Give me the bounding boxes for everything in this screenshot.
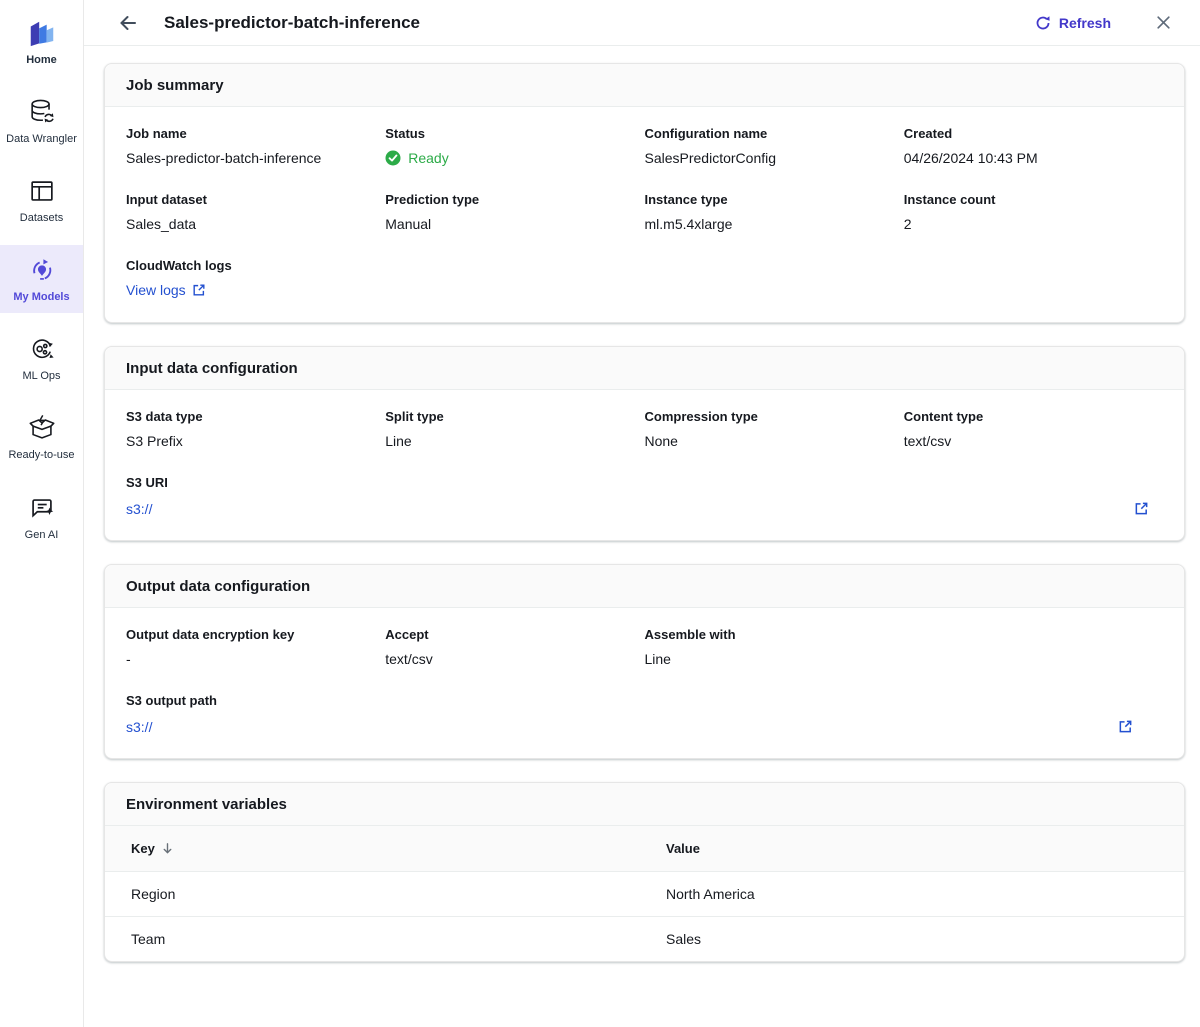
main-panel: Sales-predictor-batch-inference Refresh …: [84, 0, 1200, 1027]
field-s3-data-type: S3 data type S3 Prefix: [126, 409, 385, 449]
field-content-type: Content type text/csv: [904, 409, 1163, 449]
my-models-icon: [27, 255, 57, 285]
open-s3-uri-button[interactable]: [1132, 499, 1151, 518]
field-accept: Accept text/csv: [385, 627, 644, 667]
field-instance-type: Instance type ml.m5.4xlarge: [645, 192, 904, 232]
gen-ai-icon: [27, 493, 57, 523]
sidebar-item-label: My Models: [13, 291, 69, 303]
table-row[interactable]: Team Sales: [105, 917, 1184, 961]
table-header-row: Key Value: [105, 826, 1184, 872]
sidebar-item-label: Home: [26, 54, 57, 66]
table-row[interactable]: Region North America: [105, 872, 1184, 917]
close-icon: [1155, 14, 1172, 31]
sidebar-item-data-wrangler[interactable]: Data Wrangler: [0, 87, 83, 155]
input-config-card: Input data configuration S3 data type S3…: [104, 346, 1185, 541]
field-prediction-type: Prediction type Manual: [385, 192, 644, 232]
refresh-label: Refresh: [1059, 15, 1111, 31]
ml-ops-icon: [27, 334, 57, 364]
field-s3-uri: S3 URI s3://: [126, 475, 1163, 518]
view-logs-link[interactable]: View logs: [126, 282, 206, 298]
job-summary-card: Job summary Job name Sales-predictor-bat…: [104, 63, 1185, 323]
env-value-cell: Sales: [640, 917, 1184, 961]
sidebar-item-ready-to-use[interactable]: Ready-to-use: [0, 403, 83, 471]
back-button[interactable]: [114, 9, 142, 37]
canvas-logo-icon: [27, 18, 57, 48]
sidebar-item-label: Datasets: [20, 212, 63, 224]
environment-variables-title: Environment variables: [105, 783, 1184, 826]
environment-variables-card: Environment variables Key Value: [104, 782, 1185, 962]
env-value-cell: North America: [640, 872, 1184, 916]
env-key-cell: Region: [105, 872, 640, 916]
external-link-icon: [1118, 719, 1133, 734]
job-summary-title: Job summary: [105, 64, 1184, 107]
refresh-icon: [1035, 15, 1051, 31]
column-header-value[interactable]: Value: [640, 826, 1184, 871]
external-link-icon: [192, 283, 206, 297]
status-badge: Ready: [385, 150, 644, 166]
data-wrangler-icon: [27, 97, 57, 127]
external-link-icon: [1134, 501, 1149, 516]
refresh-button[interactable]: Refresh: [1035, 15, 1111, 31]
sidebar-item-label: Ready-to-use: [8, 449, 74, 461]
field-configuration-name: Configuration name SalesPredictorConfig: [645, 126, 904, 166]
content-area: Job summary Job name Sales-predictor-bat…: [84, 46, 1200, 985]
env-key-cell: Team: [105, 917, 640, 961]
field-cloudwatch-logs: CloudWatch logs View logs: [126, 258, 385, 300]
page-title: Sales-predictor-batch-inference: [164, 13, 420, 33]
sidebar-item-label: Data Wrangler: [6, 133, 77, 145]
sidebar-item-label: Gen AI: [25, 529, 59, 541]
field-job-name: Job name Sales-predictor-batch-inference: [126, 126, 385, 166]
datasets-icon: [27, 176, 57, 206]
field-instance-count: Instance count 2: [904, 192, 1163, 232]
back-arrow-icon: [118, 13, 138, 33]
field-compression-type: Compression type None: [645, 409, 904, 449]
s3-uri-link[interactable]: s3://: [126, 501, 152, 517]
s3-output-path-link[interactable]: s3://: [126, 719, 152, 735]
field-s3-output-path: S3 output path s3://: [126, 693, 1163, 736]
input-config-title: Input data configuration: [105, 347, 1184, 390]
field-split-type: Split type Line: [385, 409, 644, 449]
success-check-icon: [385, 150, 401, 166]
close-button[interactable]: [1153, 12, 1174, 33]
column-header-key[interactable]: Key: [105, 826, 640, 871]
ready-to-use-icon: [27, 413, 57, 443]
sort-descending-icon: [161, 842, 174, 855]
environment-variables-table: Key Value Region North America: [105, 826, 1184, 961]
sidebar-item-ml-ops[interactable]: ML Ops: [0, 324, 83, 392]
field-status: Status Ready: [385, 126, 644, 166]
field-output-encryption-key: Output data encryption key -: [126, 627, 385, 667]
output-config-card: Output data configuration Output data en…: [104, 564, 1185, 759]
sidebar-item-label: ML Ops: [22, 370, 60, 382]
sidebar-item-gen-ai[interactable]: Gen AI: [0, 483, 83, 551]
field-assemble-with: Assemble with Line: [645, 627, 904, 667]
field-created: Created 04/26/2024 10:43 PM: [904, 126, 1163, 166]
output-config-title: Output data configuration: [105, 565, 1184, 608]
open-s3-output-button[interactable]: [1116, 717, 1135, 736]
page-header: Sales-predictor-batch-inference Refresh: [84, 0, 1200, 46]
sidebar-item-datasets[interactable]: Datasets: [0, 166, 83, 234]
sidebar: Home Data Wrangler Datasets: [0, 0, 84, 1027]
sidebar-item-my-models[interactable]: My Models: [0, 245, 83, 313]
sidebar-item-home[interactable]: Home: [0, 8, 83, 76]
field-empty: [904, 627, 1163, 667]
field-input-dataset: Input dataset Sales_data: [126, 192, 385, 232]
